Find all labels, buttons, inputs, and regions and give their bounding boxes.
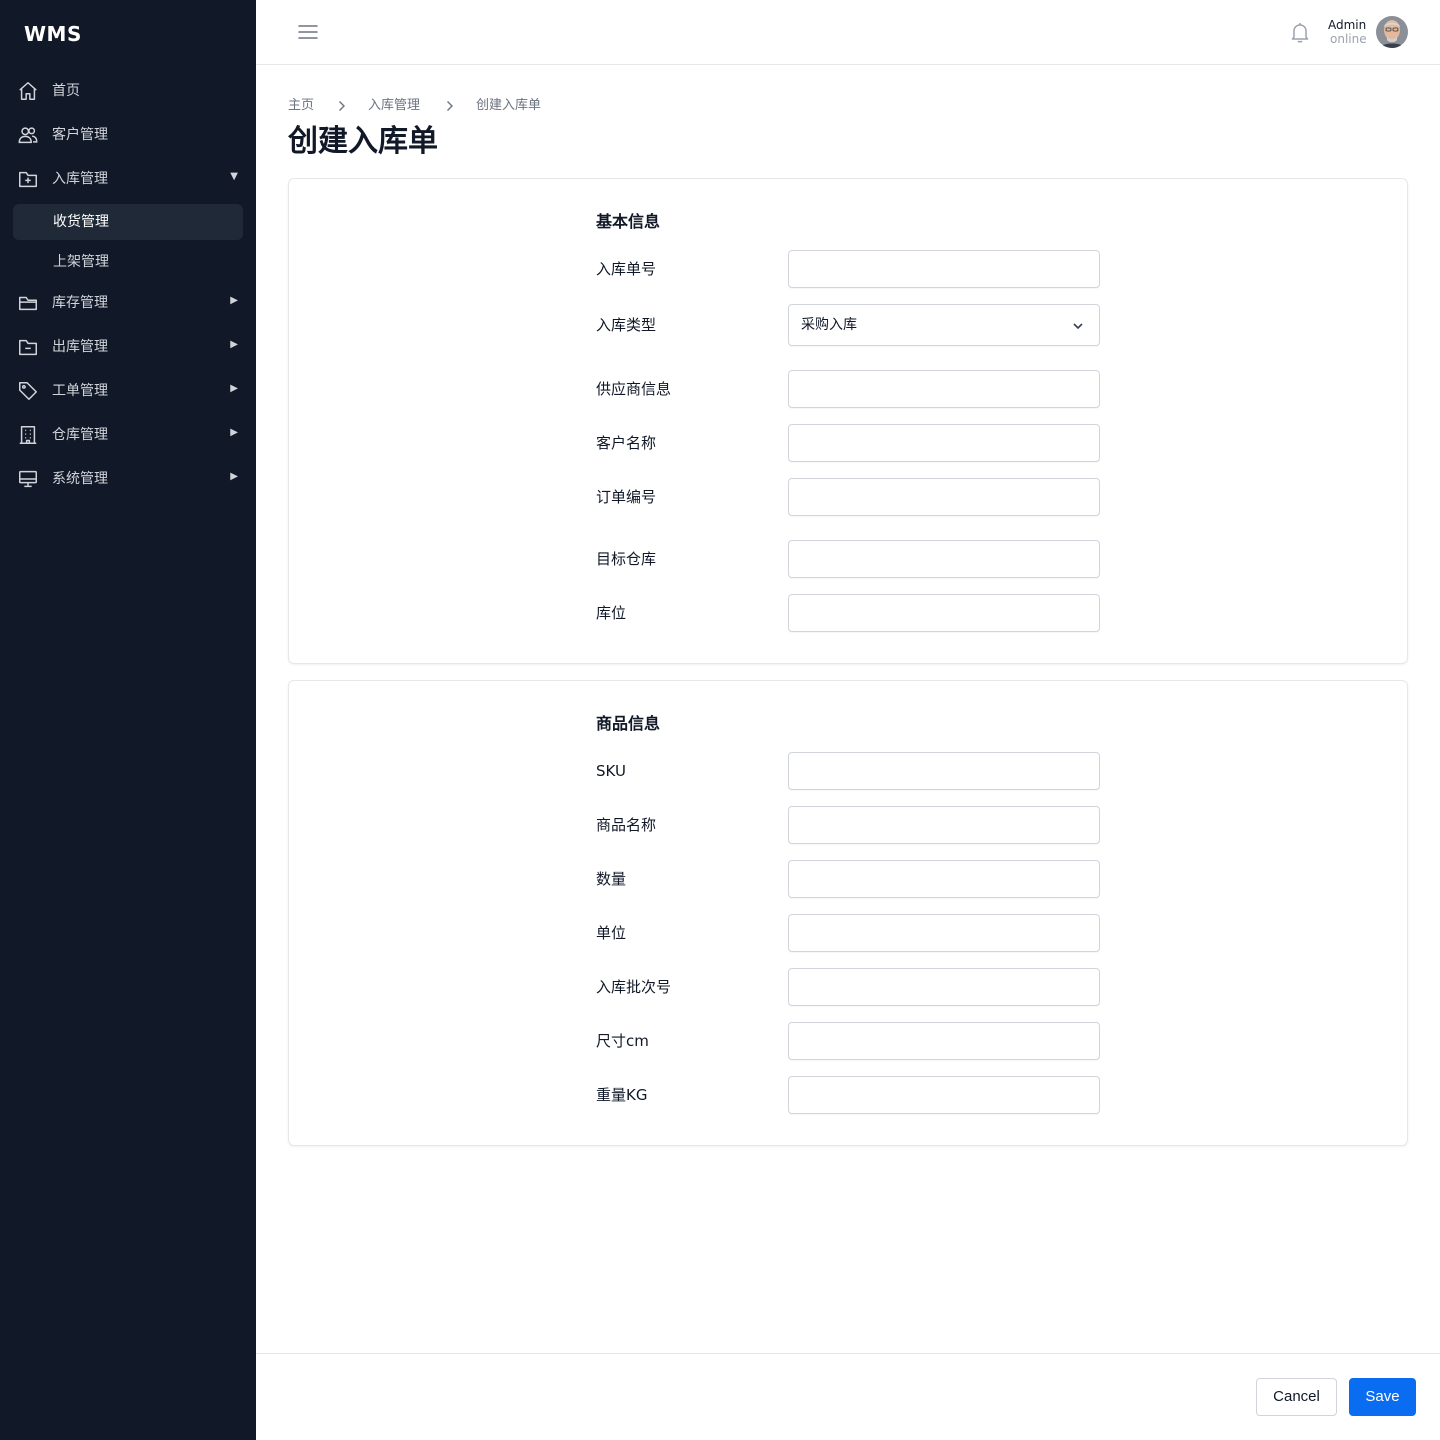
- page-title: 创建入库单: [288, 124, 438, 159]
- sidebar-item-inventory[interactable]: 库存管理 ▶: [0, 283, 256, 323]
- order-no-input[interactable]: [788, 478, 1100, 516]
- field-label: 订单编号: [596, 488, 657, 506]
- target-warehouse-input[interactable]: [788, 540, 1100, 578]
- unit-input[interactable]: [788, 914, 1100, 952]
- sidebar-item-label: 入库管理: [52, 171, 108, 187]
- field-label: 数量: [596, 870, 627, 888]
- sidebar-subitem-receiving[interactable]: 收货管理: [13, 204, 243, 240]
- breadcrumb-item-current: 创建入库单: [476, 98, 542, 113]
- field-label: 客户名称: [596, 434, 657, 452]
- section-title: 商品信息: [596, 714, 661, 733]
- sku-input[interactable]: [788, 752, 1100, 790]
- field-label: 入库类型: [596, 316, 657, 334]
- dimensions-input[interactable]: [788, 1022, 1100, 1060]
- avatar-image: [1376, 16, 1408, 48]
- folder-minus-icon: [19, 339, 37, 356]
- user-status: online: [1330, 32, 1367, 46]
- field-label: 库位: [596, 604, 627, 622]
- location-input[interactable]: [788, 594, 1100, 632]
- sidebar-item-label: 首页: [52, 83, 80, 99]
- sidebar-subitem-putaway[interactable]: 上架管理: [13, 244, 243, 280]
- expand-arrow-icon: ▶: [230, 427, 238, 438]
- basic-info-card: 基本信息 入库单号 入库类型 采购入库 供应商信息 客户名称 订单编号 目标仓库…: [288, 178, 1408, 664]
- users-icon: [18, 127, 38, 144]
- inbox-plus-icon: [19, 171, 37, 188]
- expand-arrow-icon: ▶: [230, 339, 238, 350]
- sidebar-item-label: 库存管理: [52, 295, 108, 311]
- sidebar-item-warehouse[interactable]: 仓库管理 ▶: [0, 415, 256, 455]
- chevron-down-icon: [1073, 323, 1083, 330]
- sidebar-item-home[interactable]: 首页: [0, 71, 256, 111]
- product-name-input[interactable]: [788, 806, 1100, 844]
- sidebar-item-outbound[interactable]: 出库管理 ▶: [0, 327, 256, 367]
- expand-arrow-icon: ▶: [230, 383, 238, 394]
- field-label: 入库单号: [596, 260, 657, 278]
- app-logo: WMS: [24, 22, 82, 46]
- section-title: 基本信息: [596, 212, 661, 231]
- product-info-card: 商品信息 SKU 商品名称 数量 单位 入库批次号 尺寸cm 重量KG: [288, 680, 1408, 1146]
- sidebar-item-label: 工单管理: [52, 383, 108, 399]
- top-header: Admin online: [256, 0, 1440, 65]
- save-button[interactable]: Save: [1349, 1378, 1416, 1416]
- inbound-type-value: 采购入库: [801, 317, 857, 333]
- field-label: 尺寸cm: [596, 1032, 649, 1050]
- field-label: 单位: [596, 924, 627, 942]
- chevron-right-icon: [339, 101, 345, 111]
- sidebar-item-label: 仓库管理: [52, 427, 108, 443]
- inbound-no-input[interactable]: [788, 250, 1100, 288]
- field-label: 供应商信息: [596, 380, 672, 398]
- expand-arrow-icon: ▶: [230, 295, 238, 306]
- sidebar-subitem-label: 收货管理: [53, 214, 109, 230]
- quantity-input[interactable]: [788, 860, 1100, 898]
- form-footer: Cancel Save: [256, 1353, 1440, 1440]
- field-label: 目标仓库: [596, 550, 657, 568]
- breadcrumb-item-home[interactable]: 主页: [288, 97, 314, 115]
- field-label: 商品名称: [596, 816, 657, 834]
- field-label: SKU: [596, 762, 626, 780]
- sidebar: WMS 首页 客户管理 入库管理 ▼ 收货管理 上架管理 库存管理 ▶ 出库管理…: [0, 0, 256, 1440]
- sidebar-item-customers[interactable]: 客户管理: [0, 115, 256, 155]
- breadcrumb-item-inbound[interactable]: 入库管理: [368, 97, 420, 115]
- cancel-button[interactable]: Cancel: [1256, 1378, 1337, 1416]
- building-icon: [19, 426, 37, 444]
- sidebar-item-inbound[interactable]: 入库管理 ▼: [0, 159, 256, 199]
- chevron-right-icon: [447, 101, 453, 111]
- bell-icon[interactable]: [1288, 20, 1312, 44]
- home-icon: [19, 82, 37, 100]
- sidebar-item-system[interactable]: 系统管理 ▶: [0, 459, 256, 499]
- sidebar-subitem-label: 上架管理: [53, 254, 109, 270]
- sidebar-item-label: 客户管理: [52, 127, 108, 143]
- expand-arrow-icon: ▼: [230, 171, 238, 182]
- sidebar-item-label: 出库管理: [52, 339, 108, 355]
- sidebar-item-label: 系统管理: [52, 471, 108, 487]
- field-label: 入库批次号: [596, 978, 672, 996]
- field-label: 重量KG: [596, 1086, 648, 1104]
- monitor-icon: [19, 470, 37, 488]
- hamburger-menu-icon[interactable]: [298, 22, 318, 42]
- sidebar-item-workorders[interactable]: 工单管理 ▶: [0, 371, 256, 411]
- folder-icon: [19, 296, 37, 311]
- inbound-type-select[interactable]: 采购入库: [788, 304, 1100, 346]
- expand-arrow-icon: ▶: [230, 471, 238, 482]
- tag-icon: [19, 382, 37, 400]
- user-name: Admin: [1328, 18, 1367, 32]
- supplier-input[interactable]: [788, 370, 1100, 408]
- batch-no-input[interactable]: [788, 968, 1100, 1006]
- weight-input[interactable]: [788, 1076, 1100, 1114]
- avatar[interactable]: [1376, 16, 1408, 48]
- customer-name-input[interactable]: [788, 424, 1100, 462]
